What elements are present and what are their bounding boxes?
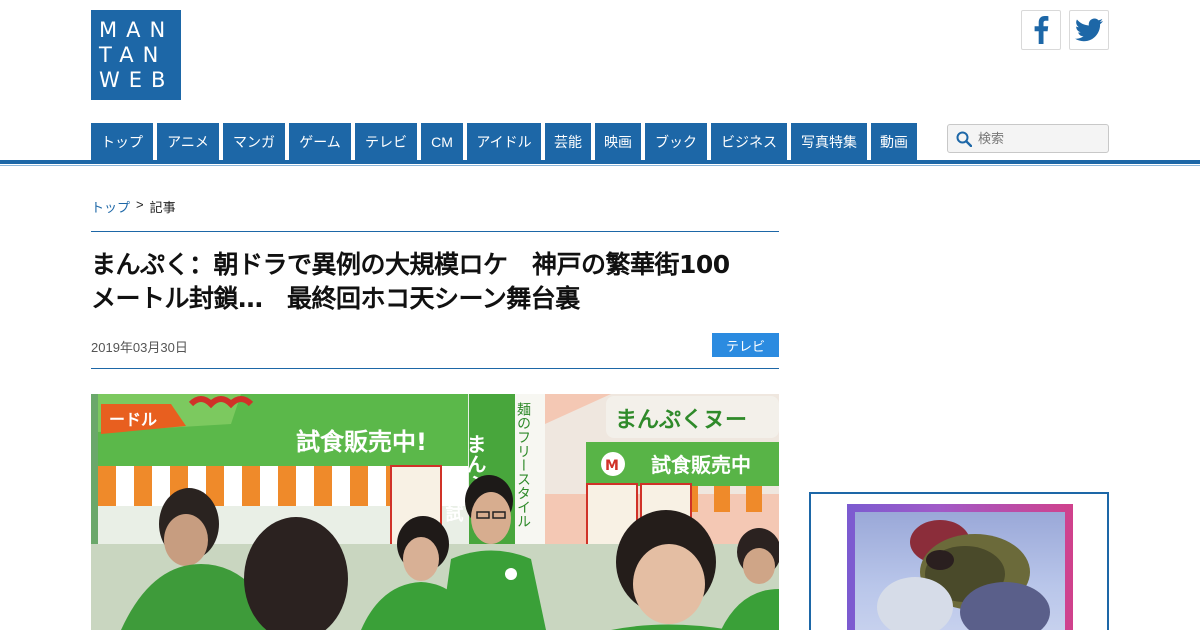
nav-item-10[interactable]: ビジネス: [711, 123, 787, 160]
facebook-button[interactable]: [1021, 10, 1061, 50]
breadcrumb-home-link[interactable]: トップ: [91, 197, 130, 216]
nav-underline-thin: [0, 165, 1200, 166]
nav-item-11[interactable]: 写真特集: [791, 123, 867, 160]
twitter-button[interactable]: [1069, 10, 1109, 50]
photo-pole-text-2: 試: [443, 503, 464, 523]
article-title: まんぷく：朝ドラで異例の大規模ロケ 神戸の繁華街100 メートル封鎖… 最終回ホ…: [91, 248, 781, 316]
nav-underline: [0, 160, 1200, 164]
nav-item-0[interactable]: トップ: [91, 123, 153, 160]
logo-line-2: TAN: [99, 42, 168, 67]
search-box[interactable]: [947, 124, 1109, 153]
nav-item-4[interactable]: テレビ: [355, 123, 417, 160]
photo-scene: ードル 試食販売中! まんぷ 試 麺のフリースタイル まんぷくヌー M 試食販売…: [91, 394, 779, 630]
ad-illustration: [877, 520, 1050, 630]
nav-item-6[interactable]: アイドル: [467, 123, 541, 160]
nav-item-2[interactable]: マンガ: [223, 123, 285, 160]
sidebar-ad[interactable]: [809, 492, 1109, 630]
category-tag[interactable]: テレビ: [712, 333, 779, 357]
twitter-icon: [1075, 18, 1103, 42]
article-title-line-1: まんぷく：朝ドラで異例の大規模ロケ 神戸の繁華街100: [91, 250, 730, 279]
photo-banner-right-top: まんぷくヌー: [615, 408, 747, 433]
photo-banner-right-bottom: 試食販売中: [651, 453, 751, 477]
photo-banner-left: 試食販売中!: [296, 428, 427, 456]
photo-stall-vertical: 麺のフリースタイル: [515, 402, 531, 528]
search-input[interactable]: [978, 131, 1098, 146]
main-nav: トップ アニメ マンガ ゲーム テレビ CM アイドル 芸能 映画 ブック ビジネス 写真特集 動画: [91, 123, 921, 160]
logo-line-3: WEB: [99, 67, 175, 92]
nav-item-3[interactable]: ゲーム: [289, 123, 351, 160]
nav-item-12[interactable]: 動画: [871, 123, 917, 160]
nav-item-8[interactable]: 映画: [595, 123, 641, 160]
svg-text:M: M: [605, 458, 619, 474]
nav-item-1[interactable]: アニメ: [157, 123, 219, 160]
breadcrumb-separator: >: [136, 197, 144, 212]
breadcrumb: トップ > 記事: [91, 197, 176, 216]
nav-item-5[interactable]: CM: [421, 123, 463, 160]
ad-image: [847, 504, 1073, 630]
breadcrumb-current: 記事: [149, 200, 176, 215]
title-top-rule: [91, 231, 779, 232]
meta-bottom-rule: [91, 368, 779, 369]
article-title-line-2: メートル封鎖… 最終回ホコ天シーン舞台裏: [91, 284, 580, 313]
site-logo[interactable]: MAN TAN WEB: [91, 10, 181, 100]
article-date: 2019年03月30日: [91, 340, 188, 355]
search-icon: [956, 131, 972, 147]
nav-item-7[interactable]: 芸能: [545, 123, 591, 160]
facebook-icon: [1034, 16, 1049, 44]
nav-item-9[interactable]: ブック: [645, 123, 707, 160]
article-photo: ードル 試食販売中! まんぷ 試 麺のフリースタイル まんぷくヌー M 試食販売…: [91, 394, 779, 630]
logo-line-1: MAN: [99, 17, 175, 42]
photo-tag-left: ードル: [109, 410, 157, 429]
